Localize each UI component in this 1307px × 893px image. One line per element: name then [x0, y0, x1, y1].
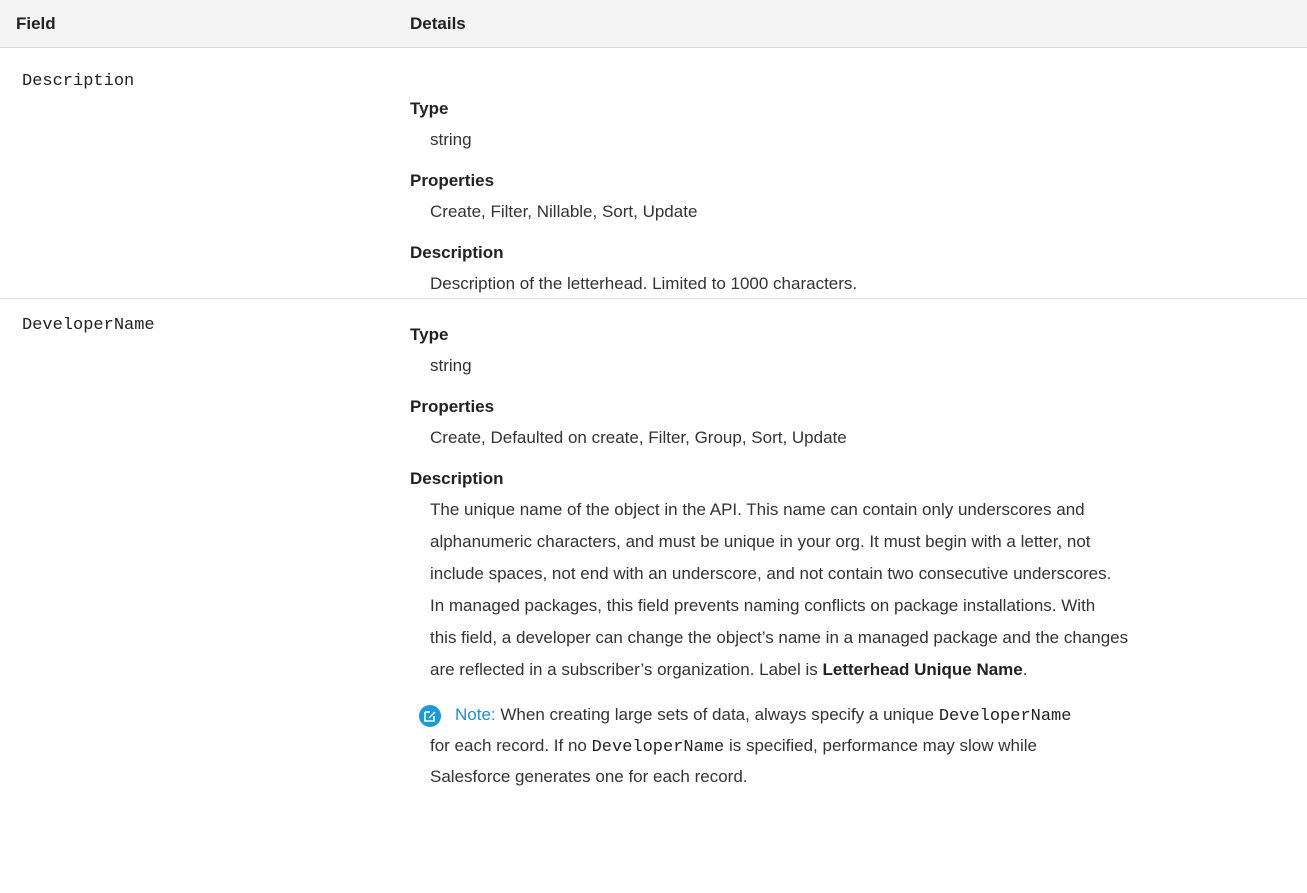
properties-label: Properties — [410, 171, 495, 190]
note-line: Note: When creating large sets of data, … — [430, 700, 1290, 731]
type-label: Type — [410, 99, 449, 118]
table-row: DeveloperName Type string Properties Cre… — [0, 299, 1307, 893]
description-line: alphanumeric characters, and must be uni… — [430, 532, 1091, 551]
description-value: Description of the letterhead. Limited t… — [430, 274, 858, 293]
properties-value: Create, Defaulted on create, Filter, Gro… — [430, 428, 847, 447]
note-callout: Note: When creating large sets of data, … — [410, 700, 1290, 791]
note-text: When creating large sets of data, always… — [500, 705, 939, 724]
field-details: Type string Properties Create, Filter, N… — [410, 98, 1290, 314]
field-table: Field Details Description Type string Pr… — [0, 0, 1307, 893]
label-name: Letterhead Unique Name — [822, 660, 1023, 679]
description-line: The unique name of the object in the API… — [430, 500, 1085, 519]
note-line: for each record. If no DeveloperName is … — [430, 731, 1290, 762]
type-label: Type — [410, 325, 449, 344]
description-line: include spaces, not end with an undersco… — [430, 564, 1112, 583]
description-line: this field, a developer can change the o… — [430, 628, 1129, 647]
description-text: are reflected in a subscriber’s organiza… — [430, 660, 823, 679]
type-value: string — [430, 130, 472, 149]
note-text: for each record. If no — [430, 736, 592, 755]
details-column-header: Details — [410, 14, 466, 33]
table-header: Field Details — [0, 0, 1307, 48]
note-text: is specified, performance may slow while — [724, 736, 1037, 755]
field-column-header: Field — [16, 14, 56, 33]
description-line: are reflected in a subscriber’s organiza… — [430, 654, 1290, 686]
field-details: Type string Properties Create, Defaulted… — [410, 324, 1290, 791]
field-name: DeveloperName — [22, 316, 155, 335]
properties-value: Create, Filter, Nillable, Sort, Update — [430, 202, 698, 221]
properties-label: Properties — [410, 397, 495, 416]
type-value: string — [430, 356, 472, 375]
field-name: Description — [22, 72, 135, 91]
description-text: . — [1022, 660, 1028, 679]
code-developername: DeveloperName — [938, 707, 1072, 726]
code-developername: DeveloperName — [591, 738, 725, 757]
table-row: Description Type string Properties Creat… — [0, 48, 1307, 299]
description-label: Description — [410, 243, 504, 262]
description-label: Description — [410, 469, 504, 488]
edit-pencil-icon — [419, 705, 441, 727]
note-line: Salesforce generates one for each record… — [430, 767, 748, 786]
note-title: Note: — [455, 705, 496, 724]
description-line: In managed packages, this field prevents… — [430, 596, 1096, 615]
description-value: The unique name of the object in the API… — [410, 494, 1290, 686]
